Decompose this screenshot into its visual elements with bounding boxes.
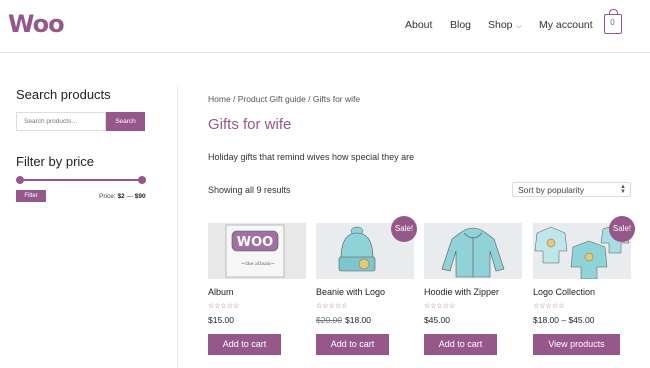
price-separator: —: [126, 193, 133, 200]
rating-stars: ☆☆☆☆☆: [533, 303, 565, 310]
search-input[interactable]: [16, 112, 106, 131]
svg-text:WOO: WOO: [237, 235, 273, 250]
product-card[interactable]: Hoodie with Zipper ☆☆☆☆☆ $45.00 Add to c…: [424, 223, 522, 355]
rating-stars: ☆☆☆☆☆: [424, 303, 456, 310]
price-slider-track[interactable]: [19, 179, 142, 181]
product-name[interactable]: Hoodie with Zipper: [424, 287, 499, 297]
cart-icon[interactable]: 0: [604, 9, 622, 34]
product-current-price: $15.00: [208, 315, 234, 325]
search-button[interactable]: Search: [106, 112, 145, 131]
product-name[interactable]: Logo Collection: [533, 287, 595, 297]
price-prefix: Price:: [99, 193, 116, 200]
product-price: $45.00: [424, 315, 450, 325]
add-to-cart-button[interactable]: Add to cart: [316, 334, 389, 355]
hoodie-image: [424, 223, 522, 279]
nav-about[interactable]: About: [405, 19, 432, 31]
product-image[interactable]: WOO ~the album~: [208, 223, 306, 279]
select-arrows-icon: ▲ ▼: [620, 184, 626, 195]
product-price: $18.00 – $45.00: [533, 315, 594, 325]
site-header: Woo About Blog Shop ⌵ My account 0: [0, 0, 650, 53]
product-name[interactable]: Album: [208, 287, 234, 297]
nav-shop-label: Shop: [488, 19, 513, 31]
rating-stars: ☆☆☆☆☆: [316, 303, 348, 310]
sort-selected-value: Sort by popularity: [518, 185, 585, 195]
cart-count: 0: [610, 18, 615, 27]
sale-badge: Sale!: [609, 216, 635, 242]
nav-my-account[interactable]: My account: [539, 19, 593, 31]
nav-blog[interactable]: Blog: [450, 19, 471, 31]
product-card[interactable]: WOO ~the album~ Album ☆☆☆☆☆ $15.00 Add t…: [208, 223, 306, 355]
product-current-price: $18.00: [345, 315, 371, 325]
price-slider-max-handle[interactable]: [138, 176, 146, 184]
product-price: $15.00: [208, 315, 234, 325]
nav-shop[interactable]: Shop ⌵: [488, 19, 522, 31]
price-slider-min-handle[interactable]: [16, 176, 24, 184]
sort-select[interactable]: Sort by popularity ▲ ▼: [512, 182, 631, 197]
product-card[interactable]: Sale! Beanie with Logo ☆☆☆☆☆ $20.00 $18.0…: [316, 216, 417, 355]
column-divider: [177, 85, 178, 368]
filter-widget-title: Filter by price: [16, 154, 95, 169]
result-count: Showing all 9 results: [208, 185, 291, 195]
view-products-button[interactable]: View products: [533, 334, 620, 355]
page-title: Gifts for wife: [208, 116, 292, 133]
add-to-cart-button[interactable]: Add to cart: [424, 334, 497, 355]
album-image: WOO ~the album~: [208, 223, 306, 279]
rating-stars: ☆☆☆☆☆: [208, 303, 240, 310]
sale-badge: Sale!: [391, 216, 417, 242]
price-max: $90: [134, 193, 146, 200]
product-current-price: $18.00 – $45.00: [533, 315, 595, 325]
site-logo[interactable]: Woo: [8, 10, 65, 38]
add-to-cart-button[interactable]: Add to cart: [208, 334, 281, 355]
product-current-price: $45.00: [424, 315, 450, 325]
product-card[interactable]: Sale! Logo Collection ☆☆☆☆☆ $18.00 – $45…: [533, 216, 635, 355]
svg-text:~the album~: ~the album~: [241, 261, 275, 267]
product-price: $20.00 $18.00: [316, 315, 371, 325]
product-old-price: $20.00: [316, 315, 342, 325]
breadcrumb[interactable]: Home / Product Gift guide / Gifts for wi…: [208, 94, 360, 104]
category-description: Holiday gifts that remind wives how spec…: [208, 152, 415, 162]
product-name[interactable]: Beanie with Logo: [316, 287, 385, 297]
search-widget-title: Search products: [16, 87, 111, 102]
price-min: $2: [117, 193, 125, 200]
chevron-down-icon: ⌵: [516, 23, 522, 30]
filter-button[interactable]: Filter: [16, 190, 46, 202]
product-image[interactable]: [424, 223, 522, 279]
price-range-label: Price: $2 — $90: [99, 193, 146, 200]
